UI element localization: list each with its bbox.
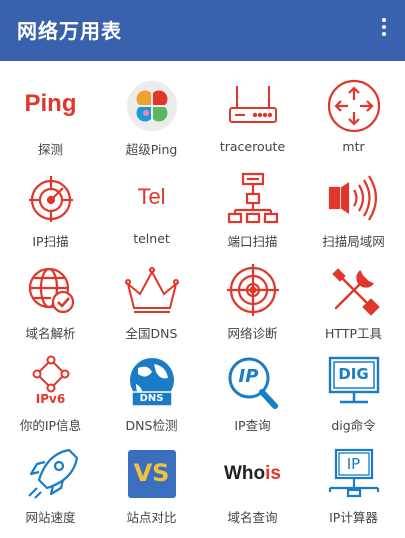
tool-traceroute[interactable]: traceroute [202,78,303,166]
whois-icon-text-b: is [265,463,281,484]
tool-dns-check[interactable]: DNS DNS检测 [101,354,202,442]
tool-label: 全国DNS [125,326,178,341]
tool-label: HTTP工具 [325,326,382,341]
dig-monitor-icon: DIG [326,354,382,410]
tool-label: 你的IP信息 [19,418,82,433]
tool-http[interactable]: HTTP工具 [303,262,404,350]
tool-ip-scan[interactable]: IP扫描 [0,170,101,258]
ip-monitor-icon: IP [326,446,382,502]
ping-text-icon: Ping [23,78,79,134]
tool-my-ip[interactable]: IPv6 你的IP信息 [0,354,101,442]
tool-national-dns[interactable]: 全国DNS [101,262,202,350]
tool-label: IP扫描 [32,234,69,249]
dig-icon-text: DIG [338,365,369,383]
tool-ping[interactable]: Ping 探测 [0,78,101,166]
tool-whois[interactable]: Whois 域名查询 [202,446,303,534]
tool-label: DNS检测 [125,418,178,433]
tool-label: telnet [133,231,170,246]
tool-site-compare[interactable]: VS 站点对比 [101,446,202,534]
dns-icon-text: DNS [139,393,164,404]
tool-telnet[interactable]: Tel telnet [101,170,202,258]
tool-label: IP查询 [234,418,271,433]
vs-icon-text: VS [133,459,170,487]
tool-label: 扫描局域网 [322,234,385,249]
tool-port-scan[interactable]: 端口扫描 [202,170,303,258]
tool-label: IP计算器 [329,510,378,525]
tool-label: 域名解析 [25,326,76,341]
app-title: 网络万用表 [17,19,122,43]
tool-lan-scan[interactable]: 扫描局域网 [303,170,404,258]
ip-query-icon-text: IP [238,366,259,387]
tool-label: 网络诊断 [227,326,278,341]
tool-mtr[interactable]: mtr [303,78,404,166]
ipv6-icon-text: IPv6 [35,392,66,406]
signal-waves-icon [326,170,382,226]
crosshair-globe-icon [225,262,281,318]
ip-calc-icon-text: IP [346,455,361,473]
ping-icon-text: Ping [24,90,77,117]
tel-text-icon: Tel [124,170,180,226]
tool-net-diagnose[interactable]: 网络诊断 [202,262,303,350]
tool-site-speed[interactable]: 网站速度 [0,446,101,534]
tool-domain-resolve[interactable]: 域名解析 [0,262,101,350]
tool-label: 端口扫描 [227,234,278,249]
tool-super-ping[interactable]: 超级Ping [101,78,202,166]
tool-ip-query[interactable]: IP IP查询 [202,354,303,442]
tool-label: 网站速度 [25,510,76,525]
more-vert-icon[interactable] [377,18,391,42]
colorful-flower-icon [124,78,180,134]
ipv6-nodes-icon: IPv6 [23,354,79,410]
tool-label: traceroute [219,139,286,154]
tool-label: 超级Ping [125,142,178,157]
radar-target-icon [23,170,79,226]
ip-magnifier-icon: IP [225,354,281,410]
tool-label: mtr [342,139,365,154]
globe-check-icon [23,262,79,318]
app-bar: 网络万用表 [0,0,405,61]
rocket-icon [23,446,79,502]
dns-globe-icon: DNS [124,354,180,410]
tool-label: 站点对比 [126,510,177,525]
tool-ip-calculator[interactable]: IP IP计算器 [303,446,404,534]
whois-text-icon: Whois [218,446,288,502]
vs-icon: VS [124,446,180,502]
wrench-screwdriver-icon [326,262,382,318]
tool-label: dig命令 [331,418,376,433]
whois-icon-text-a: Who [223,463,266,484]
whois-icon-text: Whois [218,463,288,485]
tool-label: 探测 [37,142,63,157]
tool-dig[interactable]: DIG dig命令 [303,354,404,442]
tool-label: 域名查询 [227,510,278,525]
crown-icon [124,262,180,318]
router-icon [225,78,281,134]
network-topology-icon [225,170,281,226]
tel-icon-text: Tel [137,184,166,209]
circle-arrows-icon [326,78,382,134]
